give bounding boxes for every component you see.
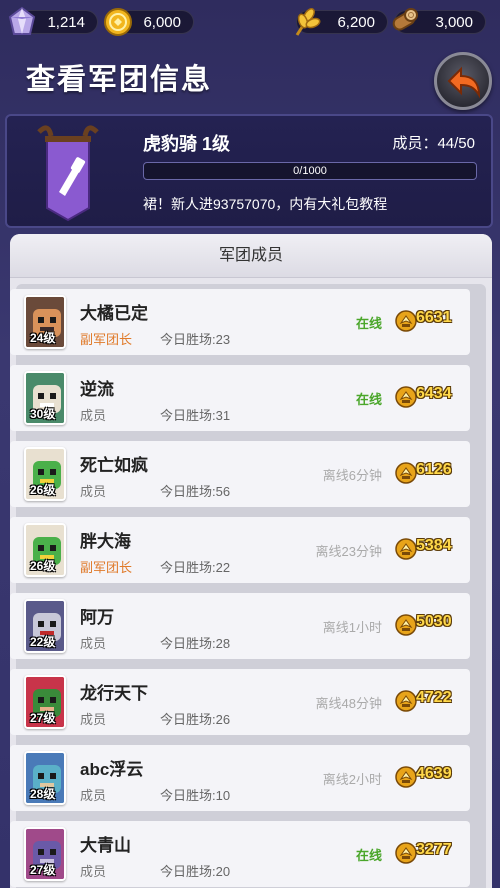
member-power: 5384 (416, 537, 452, 554)
gem-icon (8, 6, 36, 35)
gold-counter[interactable]: 6,000 (104, 8, 194, 36)
member-name: 龙行天下 (80, 684, 148, 703)
member-wins: 今日胜场:26 (160, 712, 231, 727)
member-wins: 今日胜场:22 (160, 560, 231, 575)
gem-value: 1,214 (47, 14, 85, 31)
laurel-power-icon (395, 690, 417, 712)
member-role: 副军团长 (80, 560, 133, 575)
gold-value: 6,000 (143, 14, 181, 31)
member-status: 在线 (355, 848, 382, 863)
wood-value: 3,000 (435, 14, 473, 31)
laurel-power-icon (395, 766, 417, 788)
member-avatar[interactable]: 30级 (24, 371, 66, 425)
member-status: 在线 (355, 392, 382, 407)
legion-exp-bar: 0/1000 (143, 162, 477, 180)
member-name: 大青山 (80, 836, 131, 855)
gold-coin-icon (104, 8, 132, 36)
legion-announcement: 裙！新人进93757070，内有大礼包教程 (143, 196, 388, 212)
member-role: 成员 (80, 484, 107, 499)
member-wins: 今日胜场:28 (160, 636, 231, 651)
member-status: 离线6分钟 (322, 468, 382, 483)
member-level: 28级 (30, 787, 56, 801)
member-power: 4722 (416, 689, 452, 706)
laurel-power-icon (395, 462, 417, 484)
member-row[interactable]: 26级 死亡如疯 成员 今日胜场:56 离线6分钟 6126 (10, 441, 470, 507)
member-row[interactable]: 30级 逆流 成员 今日胜场:31 在线 6434 (10, 365, 470, 431)
wood-log-icon (392, 8, 418, 31)
member-name: 逆流 (80, 380, 114, 399)
back-button[interactable] (434, 52, 492, 110)
food-counter[interactable]: 6,200 (295, 8, 388, 36)
member-wins: 今日胜场:20 (160, 864, 231, 879)
member-role: 成员 (80, 408, 107, 423)
member-role: 成员 (80, 864, 107, 879)
legion-banner-icon (37, 125, 99, 222)
exp-text: 0/1000 (293, 165, 327, 177)
member-status: 离线2小时 (322, 772, 382, 787)
member-avatar[interactable]: 24级 (24, 295, 66, 349)
member-avatar[interactable]: 27级 (24, 675, 66, 729)
member-power: 6631 (416, 309, 452, 326)
member-avatar[interactable]: 26级 (24, 523, 66, 577)
member-wins: 今日胜场:10 (160, 788, 231, 803)
laurel-power-icon (395, 538, 417, 560)
member-name: 阿万 (80, 608, 114, 627)
gem-counter[interactable]: 1,214 (8, 6, 98, 35)
laurel-power-icon (395, 386, 417, 408)
member-count: 成员：44/50 (392, 135, 475, 152)
member-status: 离线23分钟 (315, 544, 382, 559)
member-level: 27级 (30, 863, 56, 877)
member-row[interactable]: 22级 阿万 成员 今日胜场:28 离线1小时 5030 (10, 593, 470, 659)
member-avatar[interactable]: 22级 (24, 599, 66, 653)
legion-name: 虎豹骑 1级 (143, 134, 231, 154)
member-name: 大橘已定 (80, 304, 148, 323)
member-name: abc浮云 (80, 760, 144, 779)
member-level: 24级 (30, 331, 56, 345)
member-row[interactable]: 27级 龙行天下 成员 今日胜场:26 离线48分钟 4722 (10, 669, 470, 735)
member-role: 成员 (80, 636, 107, 651)
member-level: 26级 (30, 483, 56, 497)
member-name: 死亡如疯 (80, 456, 148, 475)
members-header: 军团成员 (10, 234, 492, 278)
member-name: 胖大海 (80, 532, 131, 551)
resource-bar: 1,214 6,000 6,200 3,000 (0, 6, 500, 36)
laurel-power-icon (395, 310, 417, 332)
member-row[interactable]: 28级 abc浮云 成员 今日胜场:10 离线2小时 4639 (10, 745, 470, 811)
member-power: 3277 (416, 841, 452, 858)
member-wins: 今日胜场:31 (160, 408, 231, 423)
member-wins: 今日胜场:23 (160, 332, 231, 347)
member-level: 26级 (30, 559, 56, 573)
legion-info-panel: 虎豹骑 1级 成员：44/50 0/1000 裙！新人进93757070，内有大… (5, 114, 493, 228)
member-avatar[interactable]: 26级 (24, 447, 66, 501)
member-role: 副军团长 (80, 332, 133, 347)
back-arrow-icon (447, 66, 481, 99)
member-row[interactable]: 27级 大青山 成员 今日胜场:20 在线 3277 (10, 821, 470, 887)
member-avatar[interactable]: 28级 (24, 751, 66, 805)
member-role: 成员 (80, 788, 107, 803)
member-status: 离线48分钟 (315, 696, 382, 711)
food-value: 6,200 (337, 14, 375, 31)
wheat-icon (295, 8, 321, 36)
wood-counter[interactable]: 3,000 (392, 8, 486, 34)
laurel-power-icon (395, 842, 417, 864)
member-level: 30级 (30, 407, 56, 421)
member-wins: 今日胜场:56 (160, 484, 231, 499)
page-title: 查看军团信息 (26, 64, 213, 96)
member-row[interactable]: 26级 胖大海 副军团长 今日胜场:22 离线23分钟 5384 (10, 517, 470, 583)
laurel-power-icon (395, 614, 417, 636)
member-avatar[interactable]: 27级 (24, 827, 66, 881)
members-header-title: 军团成员 (218, 247, 283, 264)
member-level: 22级 (30, 635, 56, 649)
member-power: 6126 (416, 461, 452, 478)
member-power: 4639 (416, 765, 452, 782)
member-status: 在线 (355, 316, 382, 331)
member-level: 27级 (30, 711, 56, 725)
member-role: 成员 (80, 712, 107, 727)
member-power: 5030 (416, 613, 452, 630)
member-status: 离线1小时 (322, 620, 382, 635)
member-power: 6434 (416, 385, 452, 402)
member-row[interactable]: 24级 大橘已定 副军团长 今日胜场:23 在线 6631 (10, 289, 470, 355)
